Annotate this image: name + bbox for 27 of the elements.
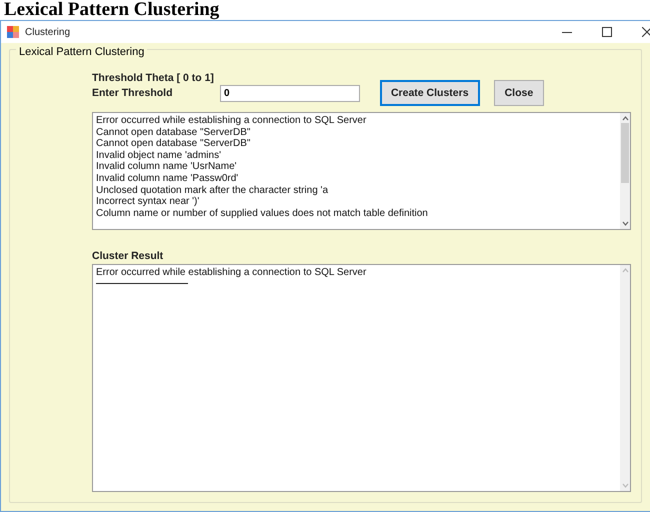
create-clusters-button[interactable]: Create Clusters — [380, 80, 480, 106]
close-icon — [642, 27, 650, 37]
message-line: Invalid column name 'Passw0rd' — [96, 172, 238, 185]
scrollbar[interactable] — [620, 113, 630, 229]
result-line: Error occurred while establishing a connection to SQL Server — [96, 267, 366, 279]
window-title: Clustering — [25, 26, 72, 38]
app-icon — [7, 26, 19, 38]
scroll-down-icon[interactable] — [622, 221, 628, 226]
message-line: Cannot open database "ServerDB" — [96, 138, 250, 150]
maximize-icon — [602, 27, 612, 37]
page-heading: Lexical Pattern Clustering — [4, 0, 220, 20]
result-text-area[interactable]: Error occurred while establishing a connection to SQL Server — [92, 264, 631, 492]
messages-text-area[interactable] — [92, 112, 631, 230]
message-line: Unclosed quotation mark after the character string 'a — [96, 184, 328, 196]
message-line: Invalid object name 'admins' — [96, 150, 221, 162]
group-title: Lexical Pattern Clustering — [16, 46, 148, 58]
threshold-label: Enter Threshold — [92, 87, 173, 99]
message-line: Incorrect syntax near ')' — [96, 196, 200, 208]
scroll-up-icon[interactable] — [622, 116, 628, 121]
message-line: Invalid column name 'UsrName' — [96, 161, 237, 173]
message-line: Cannot open database "ServerDB" — [96, 126, 250, 138]
threshold-hint: Threshold Theta [ 0 to 1] — [92, 72, 214, 84]
result-label: Cluster Result — [92, 250, 164, 262]
message-line: Column name or number of supplied values does not match table definition — [96, 208, 428, 220]
close-form-button[interactable]: Close — [494, 80, 544, 106]
message-line: Error occurred while establishing a connection to SQL Server — [96, 115, 366, 127]
threshold-field[interactable]: 0 — [220, 85, 360, 102]
